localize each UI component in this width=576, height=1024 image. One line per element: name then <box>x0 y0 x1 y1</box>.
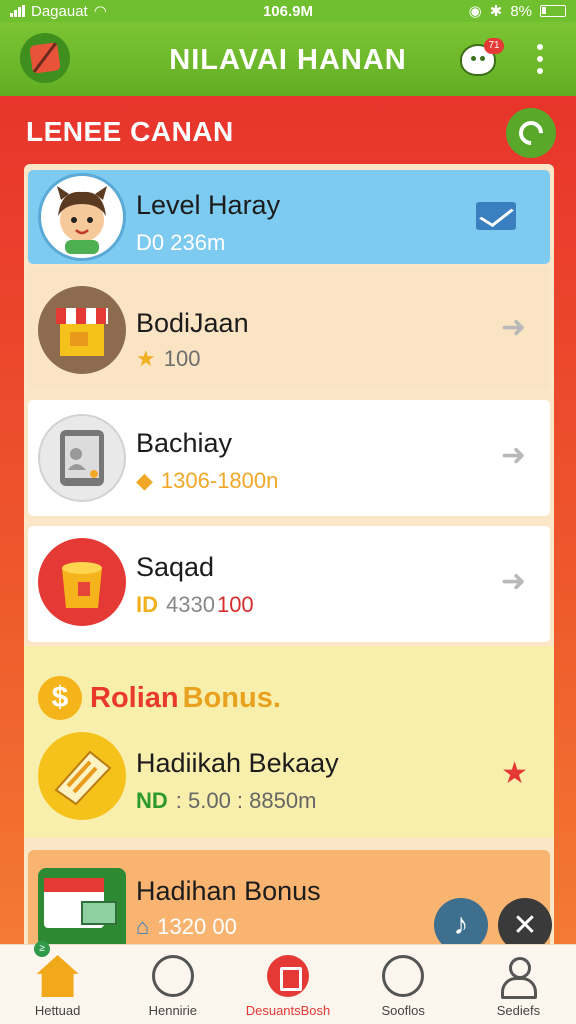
avatar <box>38 173 126 261</box>
chat-button[interactable]: 71 <box>458 38 504 78</box>
user-icon <box>497 955 539 999</box>
nav-item-faces[interactable]: Sooflos <box>346 945 461 1024</box>
bucket-icon <box>38 538 126 626</box>
star-icon[interactable]: ★ <box>501 756 528 791</box>
card-title: Level Haray <box>136 190 281 220</box>
list-item-level[interactable]: Level Haray D0 236m <box>28 170 550 264</box>
tag-icon: ◆ <box>136 468 153 493</box>
card-title: Saqad <box>136 552 215 582</box>
bluetooth-icon: ✱ <box>489 3 503 20</box>
card-subtitle: ND : 5.00 : 8850m <box>136 788 316 814</box>
coin-icon: $ <box>38 676 82 720</box>
home-small-icon: ⌂ <box>136 914 150 939</box>
smiley-icon <box>382 955 425 997</box>
bonus-heading-b: Bonus. <box>182 681 281 714</box>
battery-icon <box>540 5 566 17</box>
points-value: 100 <box>163 346 201 371</box>
card-subtitle: ◆ 1306-1800n <box>136 468 278 494</box>
nav-item-home[interactable]: ≥ Hettuad <box>0 941 115 1024</box>
nav-item-profile[interactable]: Sediefs <box>461 945 576 1024</box>
arrow-right-icon[interactable]: ➜ <box>501 438 526 473</box>
range-value: 1306-1800n <box>160 468 279 493</box>
card-subtitle: ⌂ 1320 00 <box>136 914 237 940</box>
battery-label: 8% <box>510 2 532 20</box>
status-time: 106.9M <box>262 2 314 20</box>
bonus-heading-a: Rolian <box>90 681 179 714</box>
bonus-value: : 5.00 : 8850m <box>175 788 317 813</box>
card-subtitle: ID 4330 100 <box>136 592 254 618</box>
alarm-icon: ◉ <box>468 3 482 20</box>
nav-label: Hettuad <box>34 1003 81 1018</box>
list-item-gift[interactable]: Hadiikah Bekaay ND : 5.00 : 8850m ★ <box>28 720 550 836</box>
list-panel: Level Haray D0 236m BodiJaan ★ 100 ➜ Bac… <box>24 164 554 944</box>
home-icon <box>36 955 79 997</box>
refresh-icon <box>514 116 548 150</box>
app-bar: NILAVAI HANAN 71 <box>0 22 576 96</box>
list-item-phone[interactable]: Bachiay ◆ 1306-1800n ➜ <box>28 400 550 516</box>
bonus-amount: 1320 00 <box>157 914 237 939</box>
id-label: ID <box>136 592 158 617</box>
avatar <box>38 414 126 502</box>
tablet-icon <box>60 430 104 486</box>
star-icon: ★ <box>136 346 156 371</box>
arrow-right-icon[interactable]: ➜ <box>501 310 526 345</box>
status-bar: Dagauat ◠ 106.9M ◉ ✱ 8% <box>0 0 576 22</box>
bottom-nav: ≥ Hettuad Hennirie DesuantsBosh Sooflos … <box>0 941 576 1024</box>
card-title: Bachiay <box>136 428 233 458</box>
arrow-right-icon[interactable]: ➜ <box>501 564 526 599</box>
list-item-shop[interactable]: BodiJaan ★ 100 ➜ <box>28 266 550 390</box>
chat-icon <box>151 955 194 997</box>
home-badge: ≥ <box>34 941 50 957</box>
nav-label: DesuantsBosh <box>245 1003 331 1018</box>
child-avatar-icon <box>57 186 107 254</box>
nav-item-chat[interactable]: Hennirie <box>115 945 230 1024</box>
card-title: Hadihan Bonus <box>136 876 321 906</box>
refresh-button[interactable] <box>506 108 556 158</box>
check-mail-button[interactable] <box>476 202 516 230</box>
list-item-salad[interactable]: Saqad ID 4330 100 ➜ <box>28 526 550 642</box>
section-title: LENEE CANAN <box>26 116 234 147</box>
price-old: 4330 <box>166 592 215 617</box>
carrier-label: Dagauat <box>31 2 88 20</box>
nav-item-active[interactable]: DesuantsBosh <box>230 945 345 1024</box>
signal-icon <box>10 5 25 17</box>
card-title: BodiJaan <box>136 308 249 338</box>
price-new: 100 <box>216 592 254 617</box>
nav-label: Hennirie <box>148 1003 198 1018</box>
chat-badge: 71 <box>484 38 504 54</box>
card-title: Hadiikah Bekaay <box>136 748 339 778</box>
music-note-icon: ♪ <box>453 908 469 941</box>
wifi-icon: ◠ <box>93 3 107 20</box>
main-content: LENEE CANAN Level Haray D0 236m BodiJaan… <box>0 96 576 952</box>
document-icon <box>267 955 309 997</box>
card-subtitle: ★ 100 <box>136 346 200 372</box>
ticket-icon <box>38 732 126 820</box>
nav-label: Sooflos <box>381 1003 425 1018</box>
gift-box-icon <box>38 868 126 944</box>
card-subtitle: D0 236m <box>136 230 226 255</box>
close-icon: ✕ <box>512 908 538 942</box>
nd-label: ND <box>136 788 168 813</box>
more-menu-button[interactable] <box>532 44 548 74</box>
shop-icon <box>38 286 126 374</box>
nav-label: Sediefs <box>496 1003 541 1018</box>
bonus-heading: $ Rolian Bonus. <box>38 676 281 720</box>
